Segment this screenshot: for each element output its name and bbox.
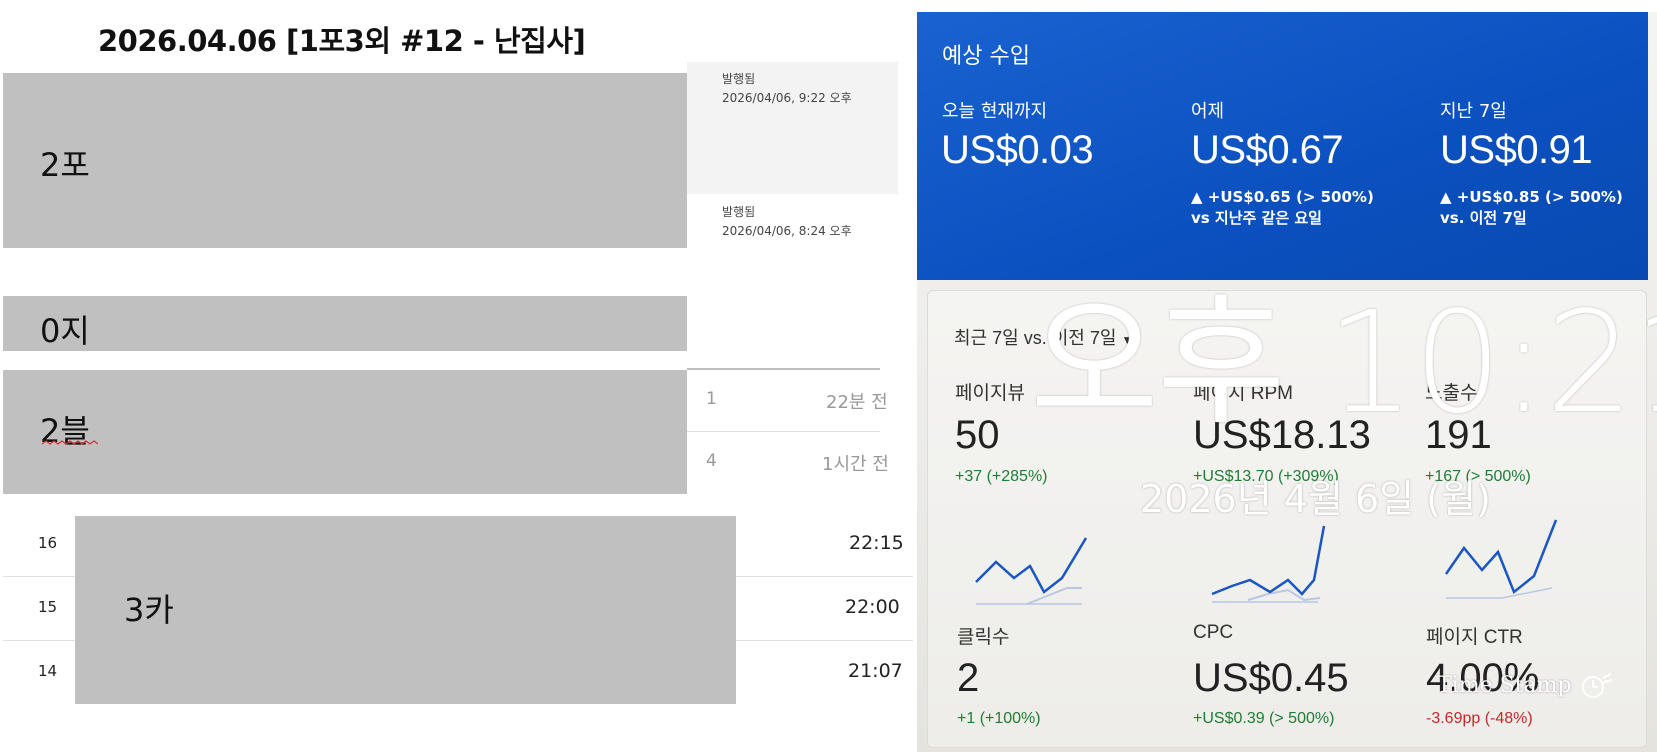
metric-value: US$0.45 <box>1193 656 1349 700</box>
sparkline-ctr <box>1444 519 1558 599</box>
earnings-change-compare: vs 지난주 같은 요일 <box>1191 209 1322 227</box>
earnings-change: ▲ +US$0.65 (> 500%) vs 지난주 같은 요일 <box>1191 187 1374 229</box>
metric-label: 페이지뷰 <box>955 383 1025 404</box>
divider <box>687 431 880 432</box>
earnings-value: US$0.67 <box>1191 128 1344 172</box>
earnings-change-compare: vs. 이전 7일 <box>1440 209 1527 227</box>
redacted-block-cafe <box>75 516 736 704</box>
sparkline-clicks <box>975 537 1088 605</box>
metric-change: +37 (+285%) <box>955 468 1048 485</box>
block-label: 2포 <box>40 146 90 184</box>
earnings-value: US$0.03 <box>941 128 1094 172</box>
published-status: 발행됨 <box>722 72 756 86</box>
published-datetime: 2026/04/06, 8:24 오후 <box>722 224 852 238</box>
stopwatch-icon <box>1581 673 1612 698</box>
earnings-value: US$0.91 <box>1440 128 1593 172</box>
clock-overlay: 오후 10:21 <box>1030 282 1657 445</box>
spellcheck-underline <box>42 440 98 445</box>
earnings-change: ▲ +US$0.85 (> 500%) vs. 이전 7일 <box>1440 187 1623 229</box>
cafe-row-num: 14 <box>38 662 58 680</box>
redacted-block-jisik <box>3 296 687 351</box>
earnings-header: 예상 수입 <box>942 44 1030 69</box>
metric-change: +US$0.39 (> 500%) <box>1193 710 1335 727</box>
sparkline-cpc <box>1211 525 1326 603</box>
cafe-row-num: 15 <box>38 598 58 616</box>
metric-change: -3.69pp (-48%) <box>1426 710 1533 727</box>
cafe-row-num: 16 <box>38 534 58 552</box>
metric-label: CPC <box>1193 622 1234 643</box>
blog-row-time: 22분 전 <box>826 392 888 413</box>
redacted-block-blog <box>3 370 687 494</box>
published-status: 발행됨 <box>722 205 756 219</box>
published-item: 발행됨 2026/04/06, 9:22 오후 <box>722 70 852 108</box>
metric-label: 클릭수 <box>957 627 1010 648</box>
timestamp-watermark: Time Stamp <box>1437 672 1613 700</box>
divider <box>687 368 880 370</box>
cafe-row-time: 21:07 <box>848 660 903 682</box>
cafe-row-time: 22:15 <box>849 532 904 554</box>
earnings-label: 오늘 현재까지 <box>942 101 1048 122</box>
blog-row-num: 4 <box>706 451 717 471</box>
metric-value: 50 <box>955 413 1000 457</box>
block-label: 0지 <box>40 312 90 350</box>
block-label: 3카 <box>124 591 174 629</box>
date-overlay: 2026년 4월 6일 (월) <box>1140 477 1491 521</box>
earnings-label: 어제 <box>1191 101 1225 122</box>
blog-row-num: 1 <box>706 389 717 409</box>
redacted-block-post <box>3 73 687 248</box>
blog-row-time: 1시간 전 <box>822 454 889 475</box>
published-datetime: 2026/04/06, 9:22 오후 <box>722 91 852 105</box>
page-title: 2026.04.06 [1포3외 #12 - 난집사] <box>98 24 586 58</box>
earnings-change-value: ▲ +US$0.65 (> 500%) <box>1191 188 1374 206</box>
earnings-change-value: ▲ +US$0.85 (> 500%) <box>1440 188 1623 206</box>
metric-value: 2 <box>957 656 980 700</box>
timestamp-label: Time Stamp <box>1437 673 1572 698</box>
cafe-row-time: 22:00 <box>845 596 900 618</box>
earnings-label: 지난 7일 <box>1440 101 1507 122</box>
metric-label: 페이지 CTR <box>1426 627 1523 648</box>
metric-change: +1 (+100%) <box>957 710 1041 727</box>
published-item: 발행됨 2026/04/06, 8:24 오후 <box>722 203 852 241</box>
